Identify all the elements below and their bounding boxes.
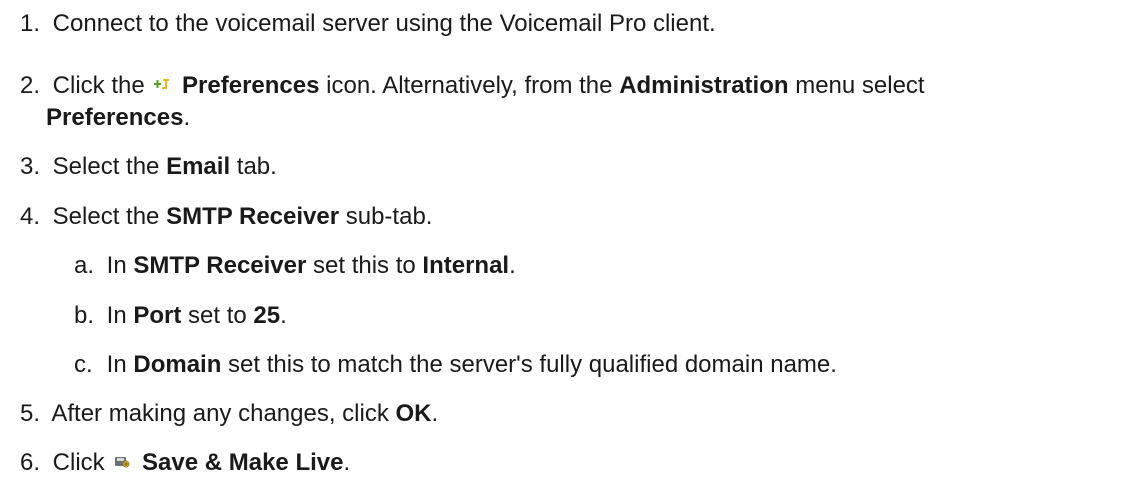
step-text: set this to match the server's fully qua… (228, 351, 837, 378)
step-2-continued: Preferences. (46, 104, 190, 132)
step-1: 1. Connect to the voicemail server using… (20, 10, 716, 38)
bold-term: Domain (133, 351, 222, 378)
step-number: 4. (20, 203, 41, 230)
step-text: . (431, 400, 439, 427)
step-text: In (106, 302, 127, 329)
step-text: . (183, 104, 191, 131)
instruction-list: 1. Connect to the voicemail server using… (0, 0, 1122, 483)
bold-term: Administration (619, 72, 789, 99)
step-text: menu select (795, 72, 925, 99)
bold-term: Email (166, 153, 231, 180)
step-text: icon. Alternatively, from the (326, 72, 613, 99)
step-text: Select the (52, 153, 160, 180)
bold-term: OK (395, 400, 432, 427)
step-text: sub-tab. (345, 203, 433, 230)
step-text: . (343, 449, 351, 476)
step-text: set this to (313, 252, 416, 279)
bold-term: Preferences (46, 104, 184, 131)
bold-term: Port (133, 302, 182, 329)
step-number: 5. (20, 400, 41, 427)
substep-letter: a. (74, 252, 95, 279)
bold-term: Save & Make Live (142, 449, 344, 476)
step-3: 3. Select the Email tab. (20, 153, 277, 181)
save-make-live-icon (113, 448, 131, 476)
step-text: set to (188, 302, 247, 329)
step-text: Select the (52, 203, 160, 230)
step-text: . (509, 252, 516, 279)
step-text: After making any changes, click (51, 400, 389, 427)
bold-term: SMTP Receiver (133, 252, 307, 279)
substep-b: b. In Port set to 25. (74, 302, 287, 330)
preferences-icon (153, 71, 171, 99)
step-number: 2. (20, 72, 41, 99)
step-text: In (106, 252, 127, 279)
bold-term: SMTP Receiver (166, 203, 340, 230)
step-4: 4. Select the SMTP Receiver sub-tab. (20, 203, 432, 231)
step-text: Click (52, 449, 105, 476)
bold-term: 25 (253, 302, 281, 329)
step-number: 1. (20, 10, 41, 37)
step-text: In (106, 351, 127, 378)
substep-a: a. In SMTP Receiver set this to Internal… (74, 252, 516, 280)
bold-term: Internal (422, 252, 510, 279)
step-2: 2. Click the Preferences icon. Alternati… (20, 72, 925, 101)
bold-term: Preferences (182, 72, 320, 99)
step-6: 6. Click Save & Make Live. (20, 449, 350, 478)
step-number: 3. (20, 153, 41, 180)
step-text: Click the (52, 72, 145, 99)
substep-letter: b. (74, 302, 95, 329)
step-number: 6. (20, 449, 41, 476)
step-text: Connect to the voicemail server using th… (52, 10, 716, 37)
substep-c: c. In Domain set this to match the serve… (74, 351, 837, 379)
step-text: tab. (236, 153, 277, 180)
step-5: 5. After making any changes, click OK. (20, 400, 438, 428)
substep-letter: c. (74, 351, 93, 378)
step-text: . (280, 302, 287, 329)
